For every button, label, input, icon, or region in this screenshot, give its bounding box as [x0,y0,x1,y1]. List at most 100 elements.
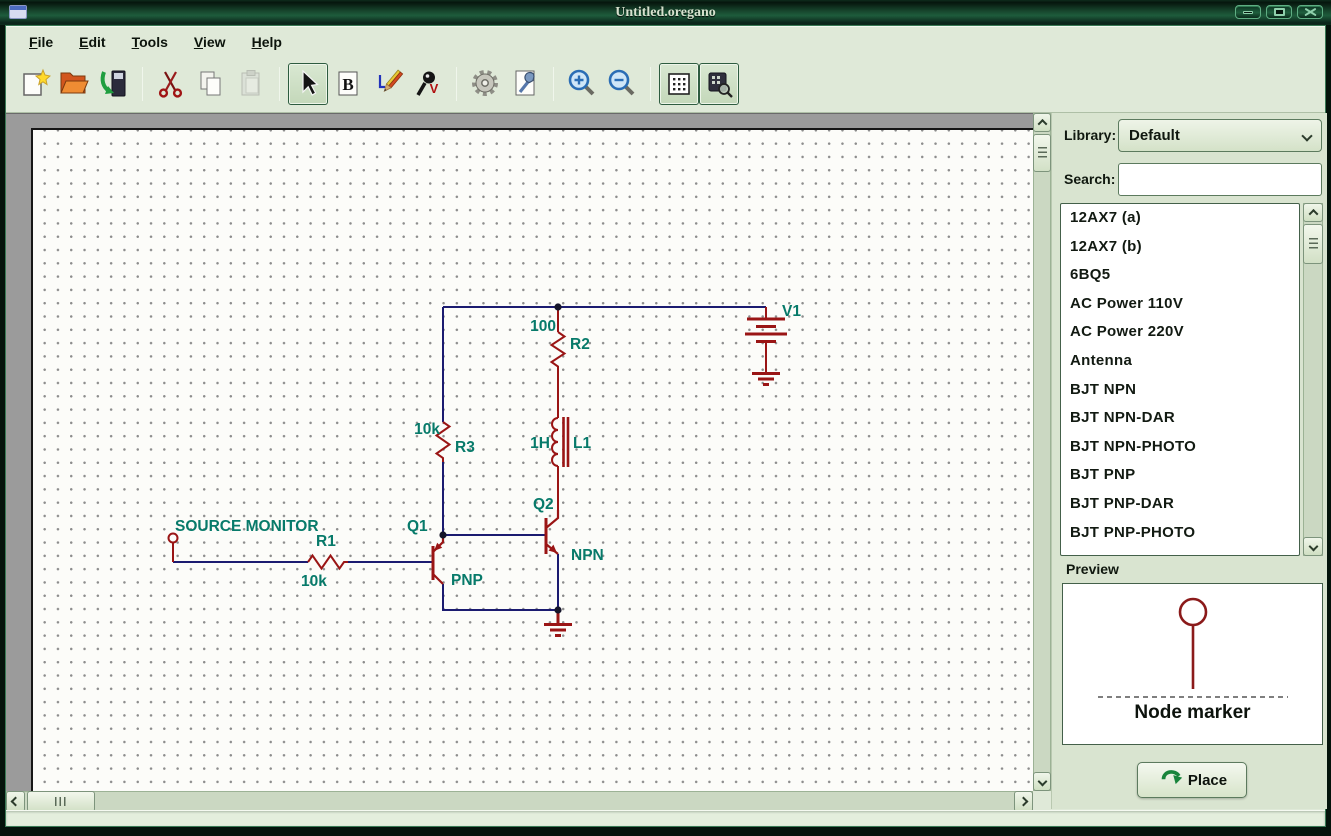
grid-toggle-button[interactable] [659,63,699,105]
toolbar-separator [279,67,280,101]
wire-pencil-icon [371,67,405,101]
new-file-button[interactable] [14,63,54,105]
hscroll-left-button[interactable] [6,791,25,812]
label-r3-value[interactable]: 10k [414,421,440,438]
list-scroll-down-button[interactable] [1303,537,1323,556]
label-v1[interactable]: V1 [782,303,801,320]
settings-button[interactable] [465,63,505,105]
copy-button[interactable] [191,63,231,105]
wires[interactable] [173,307,766,610]
ground-symbol[interactable] [544,610,572,636]
label-r2[interactable]: R2 [570,336,590,353]
minimize-button[interactable] [1235,5,1261,19]
close-button[interactable] [1297,5,1323,19]
save-button[interactable] [94,63,134,105]
paste-button[interactable] [231,63,271,105]
label-q2-type[interactable]: NPN [571,547,604,564]
label-source-monitor[interactable]: SOURCE MONITOR [175,518,319,535]
wrench-page-icon [508,67,542,101]
label-r1[interactable]: R1 [316,533,336,550]
menu-file[interactable]: File [16,30,66,54]
list-item[interactable]: 6BQ5 [1061,261,1299,290]
toolbar-separator [456,67,457,101]
chevron-down-icon [1037,777,1047,787]
menu-tools[interactable]: Tools [119,30,181,54]
label-r1-value[interactable]: 10k [301,573,327,590]
cut-button[interactable] [151,63,191,105]
search-label: Search: [1064,171,1115,187]
maximize-icon [1274,8,1285,16]
list-item[interactable]: BJT PNP-DAR [1061,490,1299,519]
list-item[interactable]: BJT NPN-DAR [1061,404,1299,433]
select-tool-button[interactable] [288,63,328,105]
component-r1[interactable] [308,556,348,569]
component-q2[interactable] [546,510,558,554]
label-r2-value[interactable]: 100 [530,318,556,335]
component-l1[interactable] [552,417,568,510]
window-content: File Edit Tools View Help [5,25,1326,827]
label-l1[interactable]: L1 [573,435,591,452]
place-button-label: Place [1188,772,1227,789]
label-l1-value[interactable]: 1H [530,435,550,452]
vscroll-down-button[interactable] [1033,772,1051,791]
paste-icon [234,67,268,101]
menu-view[interactable]: View [181,30,239,54]
arrow-cursor-icon [292,68,324,100]
search-input[interactable] [1118,163,1322,196]
vscroll-track[interactable] [1033,113,1051,791]
library-dropdown-value: Default [1129,127,1180,144]
list-item[interactable]: BJT PNP [1061,461,1299,490]
label-q1[interactable]: Q1 [407,518,428,535]
vscroll-thumb[interactable] [1033,134,1051,172]
maximize-button[interactable] [1266,5,1292,19]
title-bar: Untitled.oregano [0,0,1331,25]
canvas-margin: SOURCE MONITOR R1 10k 100 R2 10k R3 1H L… [6,113,1051,791]
list-item[interactable]: BJT NPN [1061,376,1299,405]
chevron-up-icon [1308,209,1318,219]
part-browser-toggle-button[interactable] [699,63,739,105]
schematic-drawing: SOURCE MONITOR R1 10k 100 R2 10k R3 1H L… [33,130,1035,794]
window-menu-icon[interactable] [9,5,27,19]
zoom-in-button[interactable] [562,63,602,105]
schematic-canvas[interactable]: SOURCE MONITOR R1 10k 100 R2 10k R3 1H L… [31,128,1033,792]
thumb-grip [1309,238,1318,250]
label-r3[interactable]: R3 [455,439,475,456]
hscroll-thumb[interactable] [27,791,95,812]
list-item[interactable]: BJT PNP-PHOTO [1061,519,1299,548]
open-button[interactable] [54,63,94,105]
component-v1[interactable] [745,307,787,385]
window-title: Untitled.oregano [0,5,1331,21]
probe-tool-button[interactable]: V [408,63,448,105]
list-item[interactable]: AC Power 220V [1061,318,1299,347]
component-node-marker[interactable] [169,534,178,563]
menu-help[interactable]: Help [239,30,295,54]
probe-voltmeter-icon: V [411,67,445,101]
library-label: Library: [1064,127,1116,143]
list-item[interactable]: BJT NPN-PHOTO [1061,433,1299,462]
wire-tool-button[interactable] [368,63,408,105]
menu-edit[interactable]: Edit [66,30,118,54]
zoom-out-button[interactable] [602,63,642,105]
label-q1-type[interactable]: PNP [451,572,483,589]
preview-panel: Node marker [1062,583,1323,745]
hscroll-right-button[interactable] [1014,791,1033,812]
list-scroll-thumb[interactable] [1303,224,1323,264]
preview-label: Preview [1066,561,1119,577]
text-tool-button[interactable]: B [328,63,368,105]
zoom-out-icon [605,67,639,101]
vscroll-up-button[interactable] [1033,113,1051,132]
list-item[interactable]: AC Power 110V [1061,290,1299,319]
hscroll-track[interactable] [6,791,1033,812]
label-q2[interactable]: Q2 [533,496,554,513]
library-dropdown[interactable]: Default [1118,119,1322,152]
part-browser-panel: Library: Default Search: 12AX7 (a) 12AX7… [1051,113,1327,809]
zoom-in-icon [565,67,599,101]
list-scroll-up-button[interactable] [1303,203,1323,222]
new-file-icon [17,67,51,101]
list-item[interactable]: 12AX7 (a) [1061,204,1299,233]
place-button[interactable]: Place [1137,762,1247,798]
simulation-settings-button[interactable] [505,63,545,105]
component-q1[interactable] [433,535,443,584]
list-item[interactable]: Antenna [1061,347,1299,376]
list-item[interactable]: 12AX7 (b) [1061,233,1299,262]
